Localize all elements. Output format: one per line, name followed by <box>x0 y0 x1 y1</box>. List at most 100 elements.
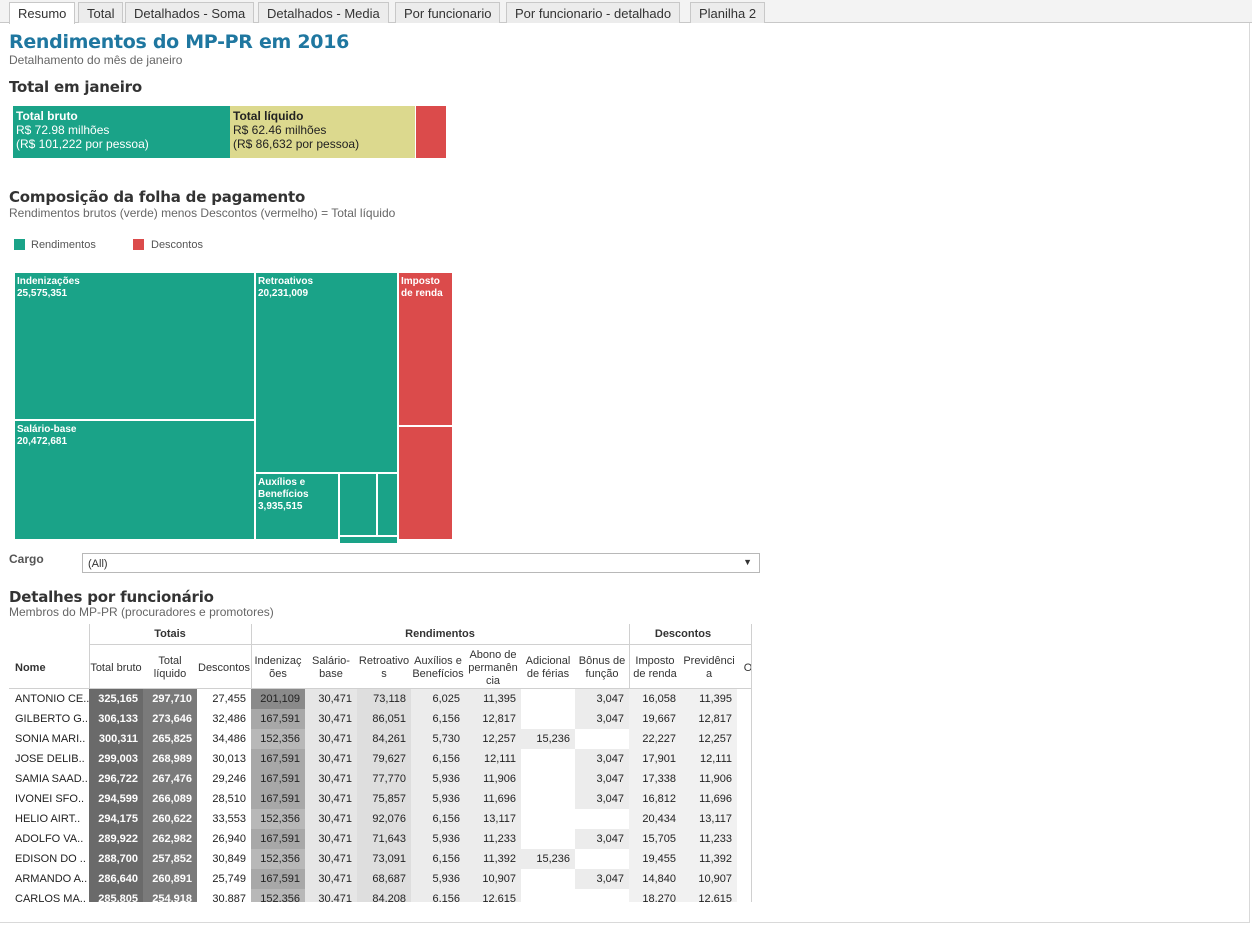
table-cell-auxilios: 6,156 <box>411 709 465 729</box>
table-cell-previdencia: 10,907 <box>681 869 737 889</box>
tab-por-funcionario[interactable]: Por funcionario <box>395 2 501 23</box>
table-cell-descontos: 27,455 <box>197 689 251 709</box>
table-cell-retroativos: 84,208 <box>357 889 411 902</box>
table-cell-total-liquido: 267,476 <box>143 769 197 789</box>
group-header-rendimentos: Rendimentos <box>405 628 475 640</box>
column-header-previdencia[interactable]: Previdênci a <box>681 648 737 688</box>
composicao-heading: Composição da folha de pagamento <box>9 188 306 206</box>
table-row-name[interactable]: CARLOS MA.. <box>15 893 86 902</box>
table-row-name[interactable]: JOSE DELIB.. <box>15 753 85 765</box>
table-cell-total-liquido: 265,825 <box>143 729 197 749</box>
column-header-adicional[interactable]: Adicional de férias <box>521 648 575 688</box>
table-row-name[interactable]: GILBERTO G.. <box>15 713 88 725</box>
table-cell-imposto: 16,058 <box>629 689 681 709</box>
treemap-salario-value: 20,472,681 <box>17 436 68 447</box>
table-cell-descontos: 30,849 <box>197 849 251 869</box>
table-cell-indenizacoes: 167,591 <box>251 829 305 849</box>
treemap-auxilios[interactable]: Auxílios e Benefícios 3,935,515 <box>255 473 339 540</box>
table-cell-total-liquido: 268,989 <box>143 749 197 769</box>
total-descontos-block[interactable] <box>416 106 446 158</box>
table-cell-indenizacoes: 152,356 <box>251 809 305 829</box>
treemap-adicional[interactable] <box>377 473 398 536</box>
table-cell-retroativos: 84,261 <box>357 729 411 749</box>
column-header-indenizacoes[interactable]: Indenizaç ões <box>251 648 305 688</box>
table-cell-salario-base: 30,471 <box>305 769 357 789</box>
treemap-indenizacoes[interactable]: Indenizações 25,575,351 <box>14 272 255 420</box>
table-cell-abono: 10,907 <box>465 869 521 889</box>
column-header-bonus[interactable]: Bônus de função <box>575 648 629 688</box>
total-bruto-value: R$ 72.98 milhões <box>16 123 110 137</box>
tab-detalhados-soma[interactable]: Detalhados - Soma <box>125 2 255 23</box>
total-bruto-block[interactable]: Total bruto R$ 72.98 milhões (R$ 101,222… <box>13 106 230 158</box>
table-row-name[interactable]: SAMIA SAAD.. <box>15 773 88 785</box>
table-cell-bonus: 3,047 <box>575 829 629 849</box>
tab-planilha-2[interactable]: Planilha 2 <box>690 2 766 23</box>
column-header-descontos[interactable]: Descontos <box>197 648 251 688</box>
table-cell-descontos: 34,486 <box>197 729 251 749</box>
legend-descontos-label[interactable]: Descontos <box>151 239 203 251</box>
group-header-descontos: Descontos <box>654 628 712 640</box>
table-cell-adicional <box>521 709 575 729</box>
treemap-abono[interactable] <box>339 473 377 536</box>
table-cell-auxilios: 6,156 <box>411 749 465 769</box>
table-cell-salario-base: 30,471 <box>305 809 357 829</box>
table-cell-bonus <box>575 889 629 902</box>
tab-total[interactable]: Total <box>78 2 124 23</box>
table-row-name[interactable]: IVONEI SFO.. <box>15 793 84 805</box>
total-liquido-block[interactable]: Total líquido R$ 62.46 milhões (R$ 86,63… <box>230 106 415 158</box>
column-header-retroativos[interactable]: Retroativo s <box>357 648 411 688</box>
treemap-salario-base[interactable]: Salário-base 20,472,681 <box>14 420 255 540</box>
table-cell-salario-base: 30,471 <box>305 829 357 849</box>
filter-cargo-label: Cargo <box>9 552 44 566</box>
table-row-name[interactable]: ANTONIO CE.. <box>15 693 89 705</box>
tab-detalhados-media[interactable]: Detalhados - Media <box>258 2 389 23</box>
table-cell-indenizacoes: 201,109 <box>251 689 305 709</box>
table-cell-total-bruto: 285,805 <box>89 889 143 902</box>
table-cell-total-bruto: 296,722 <box>89 769 143 789</box>
table-cell-bonus: 3,047 <box>575 869 629 889</box>
table-cell-abono: 11,906 <box>465 769 521 789</box>
table-cell-salario-base: 30,471 <box>305 709 357 729</box>
table-cell-bonus: 3,047 <box>575 769 629 789</box>
cargo-dropdown[interactable]: (All) ▼ <box>82 553 760 573</box>
table-row-name[interactable]: ADOLFO VA.. <box>15 833 83 845</box>
tab-por-funcionario-detalhado[interactable]: Por funcionario - detalhado <box>506 2 681 23</box>
table-cell-imposto: 17,338 <box>629 769 681 789</box>
table-cell-retroativos: 86,051 <box>357 709 411 729</box>
column-header-total-bruto[interactable]: Total bruto <box>89 648 143 688</box>
table-cell-retroativos: 77,770 <box>357 769 411 789</box>
column-header-auxilios[interactable]: Auxílios e Benefícios <box>411 648 465 688</box>
table-cell-indenizacoes: 152,356 <box>251 849 305 869</box>
table-cell-retroativos: 73,118 <box>357 689 411 709</box>
column-header-total-liquido[interactable]: Total líquido <box>143 648 197 688</box>
table-cell-imposto: 19,455 <box>629 849 681 869</box>
column-header-imposto[interactable]: Imposto de renda <box>629 648 681 688</box>
treemap-indenizacoes-value: 25,575,351 <box>17 288 68 299</box>
column-header-nome[interactable]: Nome <box>9 648 89 688</box>
table-cell-previdencia: 11,696 <box>681 789 737 809</box>
treemap-bonus[interactable] <box>339 536 398 544</box>
table-cell-previdencia: 12,817 <box>681 709 737 729</box>
total-liquido-label: Total líquido <box>233 109 304 123</box>
treemap-retroativos[interactable]: Retroativos 20,231,009 <box>255 272 398 473</box>
table-cell-bonus: 3,047 <box>575 689 629 709</box>
column-header-salario-base[interactable]: Salário- base <box>305 648 357 688</box>
table-cell-adicional <box>521 869 575 889</box>
chevron-down-icon[interactable]: ▼ <box>743 557 752 567</box>
table-row-name[interactable]: EDISON DO .. <box>15 853 86 865</box>
table-row-name[interactable]: HELIO AIRT.. <box>15 813 80 825</box>
tab-resumo[interactable]: Resumo <box>9 2 76 24</box>
table-cell-descontos: 30,013 <box>197 749 251 769</box>
treemap-salario-label: Salário-base <box>17 424 77 435</box>
column-header-abono[interactable]: Abono de permanên cia <box>465 648 521 688</box>
table-row-name[interactable]: ARMANDO A.. <box>15 873 87 885</box>
table-cell-adicional: 15,236 <box>521 849 575 869</box>
legend-rendimentos-label[interactable]: Rendimentos <box>31 239 96 251</box>
table-cell-total-liquido: 266,089 <box>143 789 197 809</box>
table-row-name[interactable]: SONIA MARI.. <box>15 733 85 745</box>
table-cell-total-bruto: 288,700 <box>89 849 143 869</box>
treemap-previdencia[interactable] <box>398 426 453 540</box>
treemap-imposto-renda[interactable]: Imposto de renda <box>398 272 453 426</box>
table-cell-descontos: 28,510 <box>197 789 251 809</box>
total-liquido-per-person: (R$ 86,632 por pessoa) <box>233 137 360 151</box>
